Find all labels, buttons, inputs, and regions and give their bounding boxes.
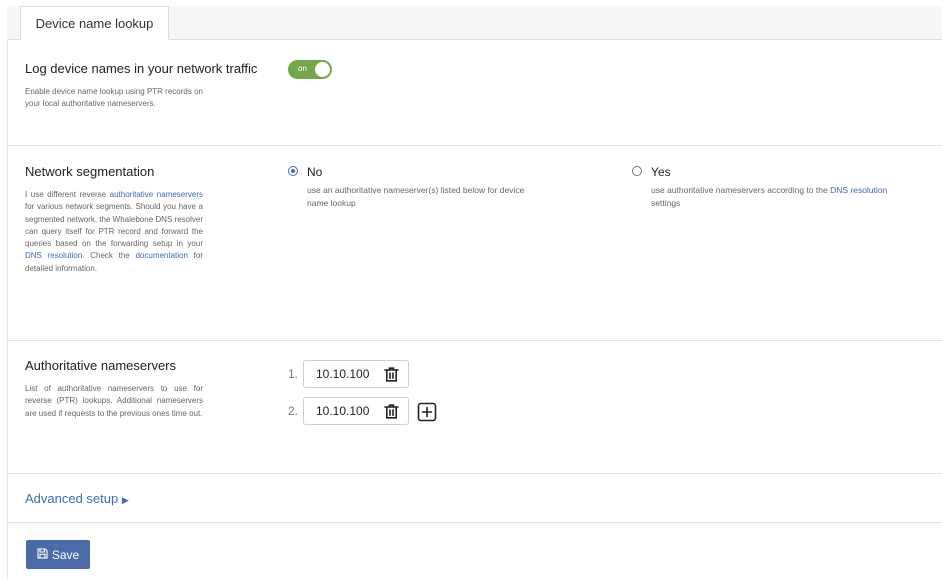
nameservers-section-desc: List of authoritative nameservers to use… <box>25 384 203 418</box>
divider <box>8 473 942 474</box>
radio-yes[interactable] <box>632 166 642 176</box>
trash-icon[interactable] <box>383 403 400 425</box>
add-nameserver-icon[interactable] <box>417 402 437 422</box>
desc-text: . Check the <box>82 251 136 261</box>
option-yes-label[interactable]: Yes <box>651 165 671 179</box>
nameservers-section-title: Authoritative nameservers <box>25 358 177 373</box>
option-no-desc: use an authoritative nameserver(s) liste… <box>307 185 525 208</box>
advanced-setup-label: Advanced setup <box>25 491 119 506</box>
nameserver-value[interactable]: 10.10.100 <box>316 404 369 418</box>
divider <box>8 145 942 146</box>
content-left-border <box>7 39 8 579</box>
divider <box>8 522 942 523</box>
log-section-title: Log device names in your network traffic <box>25 61 258 76</box>
nameserver-value[interactable]: 10.10.100 <box>316 367 369 381</box>
advanced-setup-toggle[interactable]: Advanced setup ▶ <box>25 491 129 506</box>
divider <box>8 340 942 341</box>
log-device-names-toggle[interactable]: on <box>288 60 332 79</box>
nameserver-number: 1. <box>288 367 299 381</box>
segmentation-section-desc: I use different reverse authoritative na… <box>25 189 203 275</box>
segmentation-section-title: Network segmentation <box>25 164 155 179</box>
save-label: Save <box>51 547 80 562</box>
radio-no[interactable] <box>288 166 298 176</box>
tab-label: Device name lookup <box>35 15 154 31</box>
toggle-on-label: on <box>298 64 307 73</box>
tab-bar: Device name lookup <box>7 6 942 40</box>
floppy-disk-icon <box>37 547 48 562</box>
dns-resolution-settings-link[interactable]: DNS resolution <box>830 185 887 195</box>
authoritative-nameservers-link[interactable]: authoritative nameservers <box>110 190 203 199</box>
desc-text: for various network segments. Should you… <box>25 202 203 249</box>
save-button[interactable]: Save <box>26 540 90 569</box>
desc-text: I use different reverse <box>25 190 110 199</box>
log-section-desc: Enable device name lookup using PTR reco… <box>25 87 203 109</box>
toggle-knob <box>315 62 330 77</box>
documentation-link[interactable]: documentation <box>135 251 187 260</box>
desc-text: use authoritative nameservers according … <box>651 185 831 195</box>
option-no-label[interactable]: No <box>307 165 322 179</box>
tab-device-name-lookup[interactable]: Device name lookup <box>20 6 169 40</box>
dns-resolution-link[interactable]: DNS resolution <box>25 251 82 260</box>
option-yes-desc: use authoritative nameservers according … <box>651 184 901 209</box>
nameserver-number: 2. <box>288 404 299 418</box>
trash-icon[interactable] <box>383 366 400 388</box>
desc-text: settings <box>651 197 681 208</box>
caret-right-icon: ▶ <box>121 495 129 505</box>
nameserver-field[interactable]: 10.10.100 <box>303 397 409 425</box>
nameserver-field[interactable]: 10.10.100 <box>303 360 409 388</box>
